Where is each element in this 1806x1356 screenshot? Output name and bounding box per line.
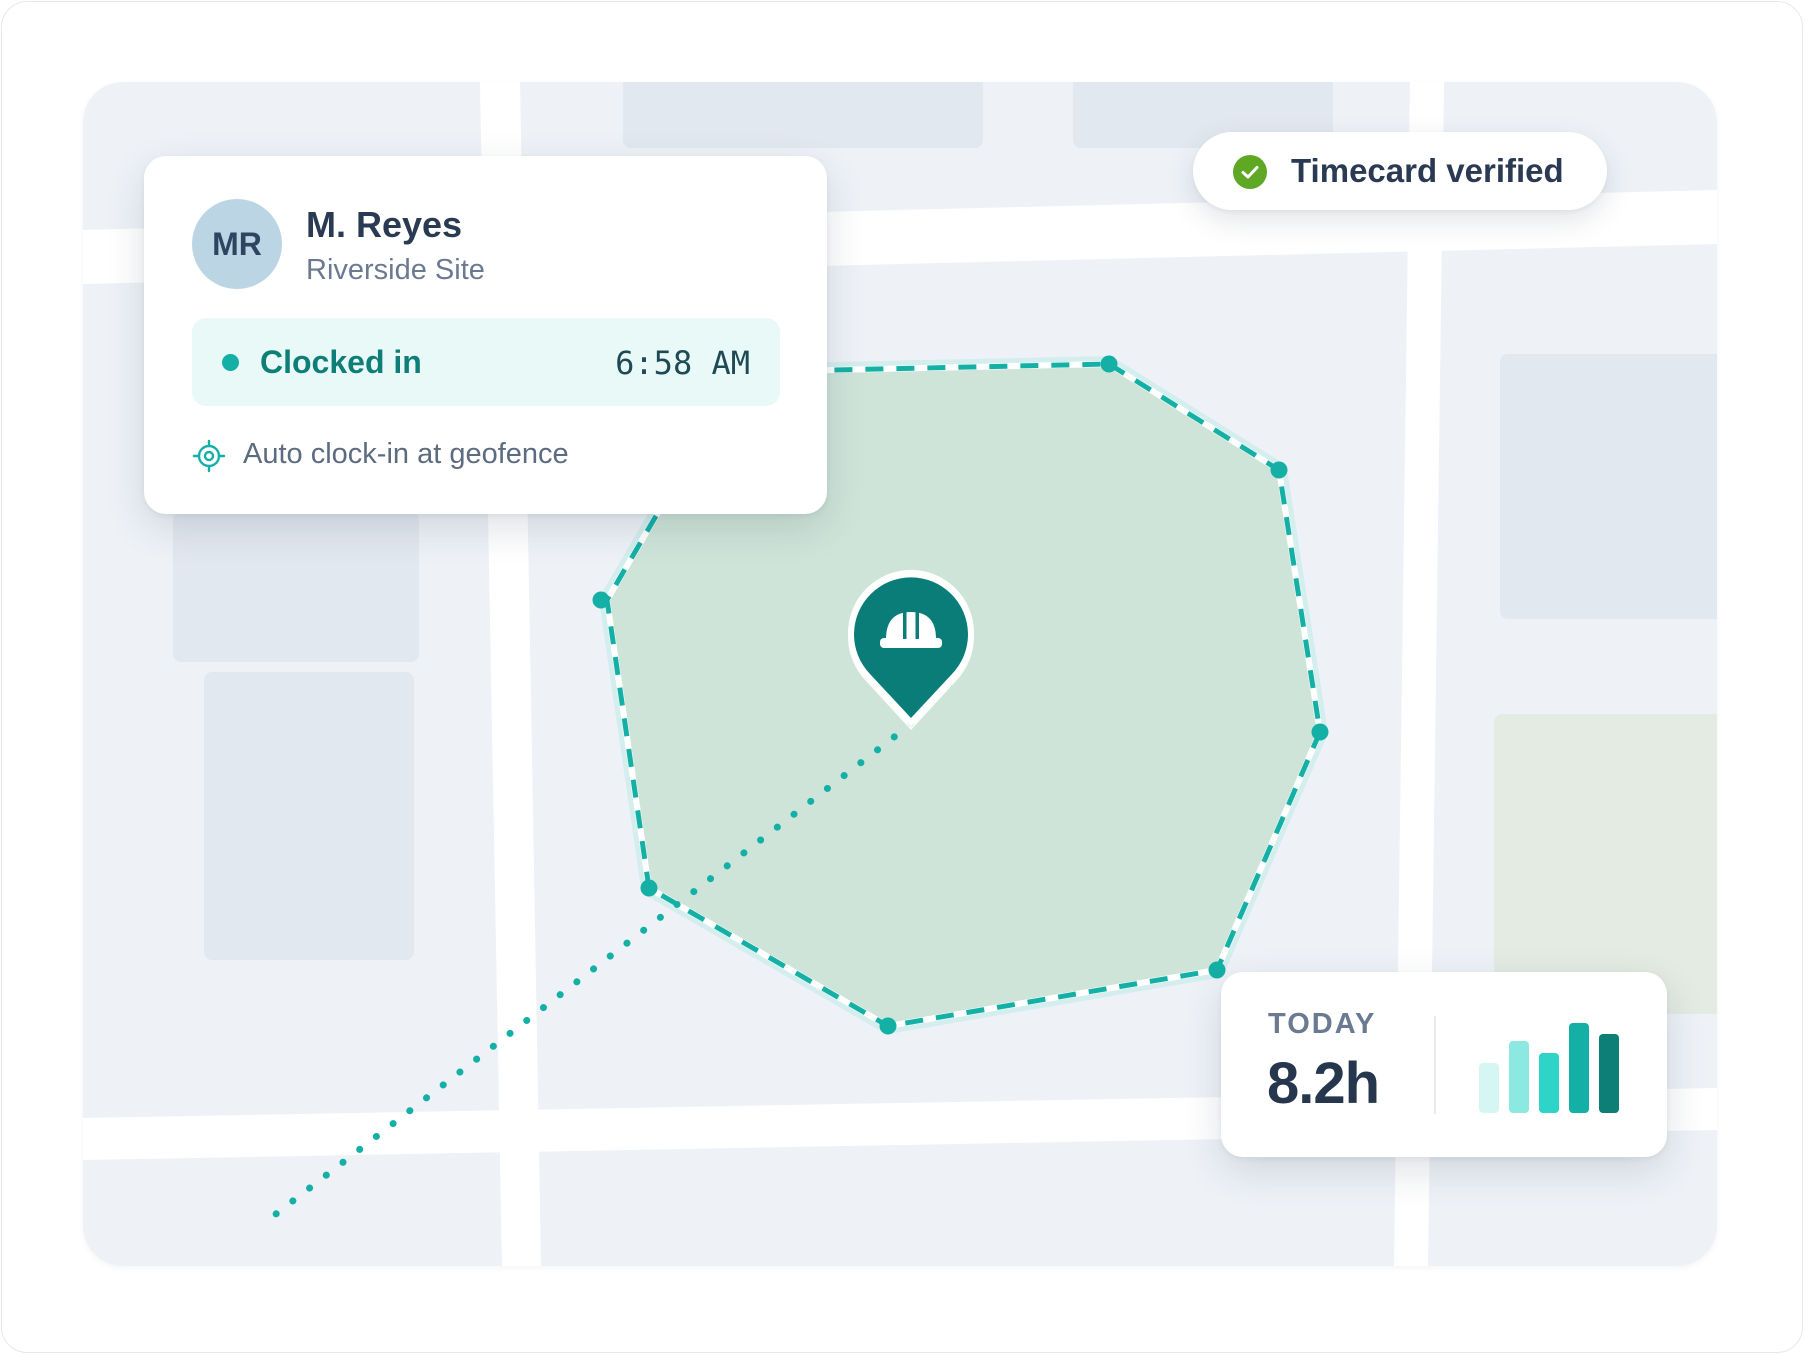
clock-in-time: 6:58 AM [615,344,750,382]
geofence-vertex[interactable] [1311,723,1329,741]
hours-bar [1569,1023,1589,1113]
building-block [173,512,419,662]
auto-clock-note: Auto clock-in at geofence [243,438,569,470]
today-hours-card[interactable]: TODAY 8.2h [1221,972,1667,1157]
hours-bar [1539,1053,1559,1113]
avatar: MR [192,199,282,289]
geofence-vertex[interactable] [1270,461,1288,479]
worker-site: Riverside Site [306,254,485,286]
check-circle-icon [1233,155,1267,189]
timecard-verified-badge: Timecard verified [1193,132,1607,210]
building-block [623,82,983,148]
target-icon [192,439,226,473]
hours-bar [1479,1063,1499,1113]
hours-bar-chart [1479,972,1639,1157]
worker-name: M. Reyes [306,204,463,245]
building-block [204,672,414,960]
today-hours: 8.2h [1267,1051,1380,1116]
hours-bar [1509,1041,1529,1113]
hours-bar [1599,1034,1619,1113]
geofence-vertex[interactable] [1208,961,1226,979]
geofence-vertex[interactable] [640,879,658,897]
park-area [1494,714,1717,1014]
geofence-vertex[interactable] [879,1017,897,1035]
building-block [1500,354,1717,619]
card-divider [1434,1016,1436,1114]
verified-label: Timecard verified [1291,152,1564,189]
today-label: TODAY [1268,1008,1377,1040]
status-dot-icon [222,354,239,371]
clock-status: Clocked in 6:58 AM [192,318,780,406]
status-label: Clocked in [260,344,422,380]
geofence-vertex[interactable] [592,591,610,609]
geofence-vertex[interactable] [1100,355,1118,373]
worker-card[interactable]: MR M. Reyes Riverside Site Clocked in 6:… [144,156,827,514]
